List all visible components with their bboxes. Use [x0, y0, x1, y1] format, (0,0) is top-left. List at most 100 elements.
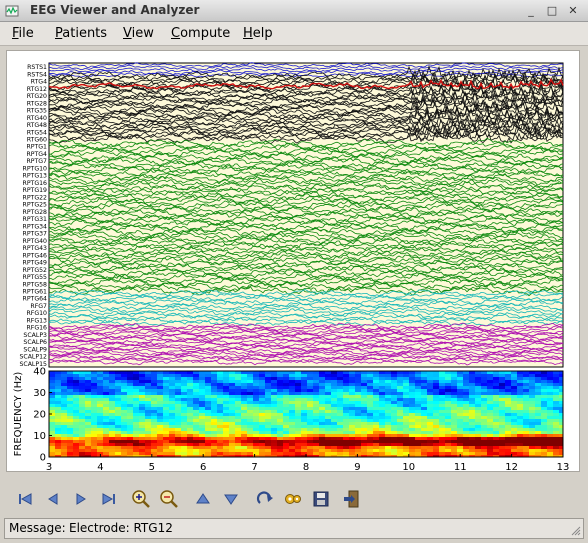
channel-label[interactable]: RPTG19 — [23, 187, 48, 194]
channel-label[interactable]: RPTG13 — [23, 173, 48, 180]
spectrogram-cell — [319, 398, 325, 401]
spectrogram-cell — [283, 404, 289, 407]
channel-label[interactable]: RPTG25 — [23, 202, 48, 209]
eeg-plot[interactable]: RSTS1RSTS4RTG4RTG12RTG20RTG28RTG35RTG40R… — [7, 51, 579, 473]
scroll-down-button[interactable] — [220, 488, 242, 510]
spectrogram-cell — [469, 434, 475, 437]
zoom-out-button[interactable] — [158, 488, 180, 510]
channel-label[interactable]: SCALP9 — [23, 346, 47, 353]
channel-label[interactable]: RTG48 — [27, 122, 47, 129]
channel-label[interactable]: SCALP12 — [19, 354, 47, 361]
channel-label[interactable]: RPTG31 — [23, 216, 48, 223]
spectrogram-cell — [367, 431, 373, 434]
spectrogram-cell — [217, 422, 223, 425]
spectrogram-cell — [241, 434, 247, 437]
channel-label[interactable]: RTG28 — [27, 100, 47, 107]
spectrogram-cell — [439, 395, 445, 398]
last-page-button[interactable] — [98, 488, 120, 510]
channel-label[interactable]: RPTG58 — [23, 281, 48, 288]
channel-label[interactable]: RPTG37 — [23, 231, 48, 238]
channel-label[interactable]: RPTG64 — [23, 296, 48, 303]
channel-label[interactable]: RTG60 — [27, 137, 47, 144]
channel-label[interactable]: SCALP3 — [23, 332, 47, 339]
spectrogram-cell — [199, 452, 205, 455]
spectrogram-cell — [301, 446, 307, 449]
exit-button[interactable] — [340, 488, 362, 510]
spectrogram-cell — [409, 446, 415, 449]
spectrogram-cell — [169, 380, 175, 383]
spectrogram-cell — [259, 407, 265, 410]
spectrogram-cell — [529, 380, 535, 383]
channel-label[interactable]: RTG12 — [27, 86, 47, 93]
channel-label[interactable]: RPTG1 — [26, 144, 47, 151]
first-page-button[interactable] — [14, 488, 36, 510]
channel-label[interactable]: RPTG34 — [23, 223, 48, 230]
spectrogram-cell — [355, 404, 361, 407]
spectrogram-cell — [55, 374, 61, 377]
next-page-button[interactable] — [70, 488, 92, 510]
channel-label[interactable]: RTG40 — [27, 115, 47, 122]
channel-label[interactable]: RFG13 — [26, 317, 47, 324]
spectrogram-cell — [379, 413, 385, 416]
spectrogram-cell — [313, 434, 319, 437]
menu-view[interactable]: View — [123, 26, 154, 41]
spectrogram-cell — [115, 413, 121, 416]
spectrogram-cell — [475, 434, 481, 437]
resize-grip[interactable] — [571, 526, 581, 536]
channel-label[interactable]: RSTS4 — [27, 71, 47, 78]
spectrogram-cell — [547, 383, 553, 386]
channel-label[interactable]: RFG10 — [26, 310, 47, 317]
spectrogram-cell — [559, 434, 563, 437]
channel-label[interactable]: RTG35 — [27, 108, 47, 115]
channel-label[interactable]: RTG54 — [27, 129, 47, 136]
menu-file[interactable]: File — [12, 26, 34, 41]
channel-label[interactable]: RPTG22 — [23, 194, 48, 201]
spectrogram-cell — [517, 383, 523, 386]
menu-compute[interactable]: Compute — [171, 26, 230, 41]
spectrogram-cell — [79, 407, 85, 410]
channel-label[interactable]: RPTG55 — [23, 274, 48, 281]
spectrogram-cell — [61, 446, 67, 449]
channel-label[interactable]: RFG7 — [30, 303, 47, 310]
spectrogram-cell — [523, 392, 529, 395]
channel-label[interactable]: RTG4 — [31, 79, 47, 86]
maximize-button[interactable]: □ — [545, 4, 559, 18]
spectrogram-cell — [109, 383, 115, 386]
channel-label[interactable]: RSTS1 — [27, 64, 47, 71]
spectrogram-cell — [301, 449, 307, 452]
channel-label[interactable]: RPTG4 — [26, 151, 47, 158]
reload-button[interactable] — [254, 488, 276, 510]
spectrogram-cell — [469, 374, 475, 377]
minimize-button[interactable]: _ — [524, 4, 538, 18]
channel-label[interactable]: RPTG28 — [23, 209, 48, 216]
spectrogram-cell — [313, 392, 319, 395]
prev-page-button[interactable] — [42, 488, 64, 510]
spectrogram-cell — [67, 431, 73, 434]
close-button[interactable]: ✕ — [566, 4, 580, 18]
tape-button[interactable] — [282, 488, 304, 510]
spectrogram-cell — [79, 383, 85, 386]
channel-label[interactable]: RPTG61 — [23, 289, 48, 296]
channel-label[interactable]: RFG16 — [26, 325, 47, 332]
channel-label[interactable]: SCALP6 — [23, 339, 47, 346]
channel-label[interactable]: RPTG40 — [23, 238, 48, 245]
channel-label[interactable]: RPTG7 — [26, 158, 47, 165]
spectrogram-cell — [253, 425, 259, 428]
channel-label[interactable]: RPTG52 — [23, 267, 48, 274]
menu-help[interactable]: Help — [243, 26, 273, 41]
zoom-in-button[interactable] — [130, 488, 152, 510]
channel-label[interactable]: RPTG16 — [23, 180, 48, 187]
save-button[interactable] — [310, 488, 332, 510]
channel-label[interactable]: RPTG46 — [23, 252, 48, 259]
spectrogram-cell — [241, 428, 247, 431]
channel-label[interactable]: RPTG43 — [23, 245, 48, 252]
spectrogram-cell — [487, 413, 493, 416]
scroll-up-button[interactable] — [192, 488, 214, 510]
menu-patients[interactable]: Patients — [55, 26, 107, 41]
channel-label[interactable]: RTG20 — [27, 93, 47, 100]
spectrogram-cell — [199, 413, 205, 416]
spectrogram-cell — [373, 377, 379, 380]
channel-label[interactable]: RPTG10 — [23, 165, 48, 172]
channel-label[interactable]: RPTG49 — [23, 260, 48, 267]
spectrogram-cell — [415, 374, 421, 377]
